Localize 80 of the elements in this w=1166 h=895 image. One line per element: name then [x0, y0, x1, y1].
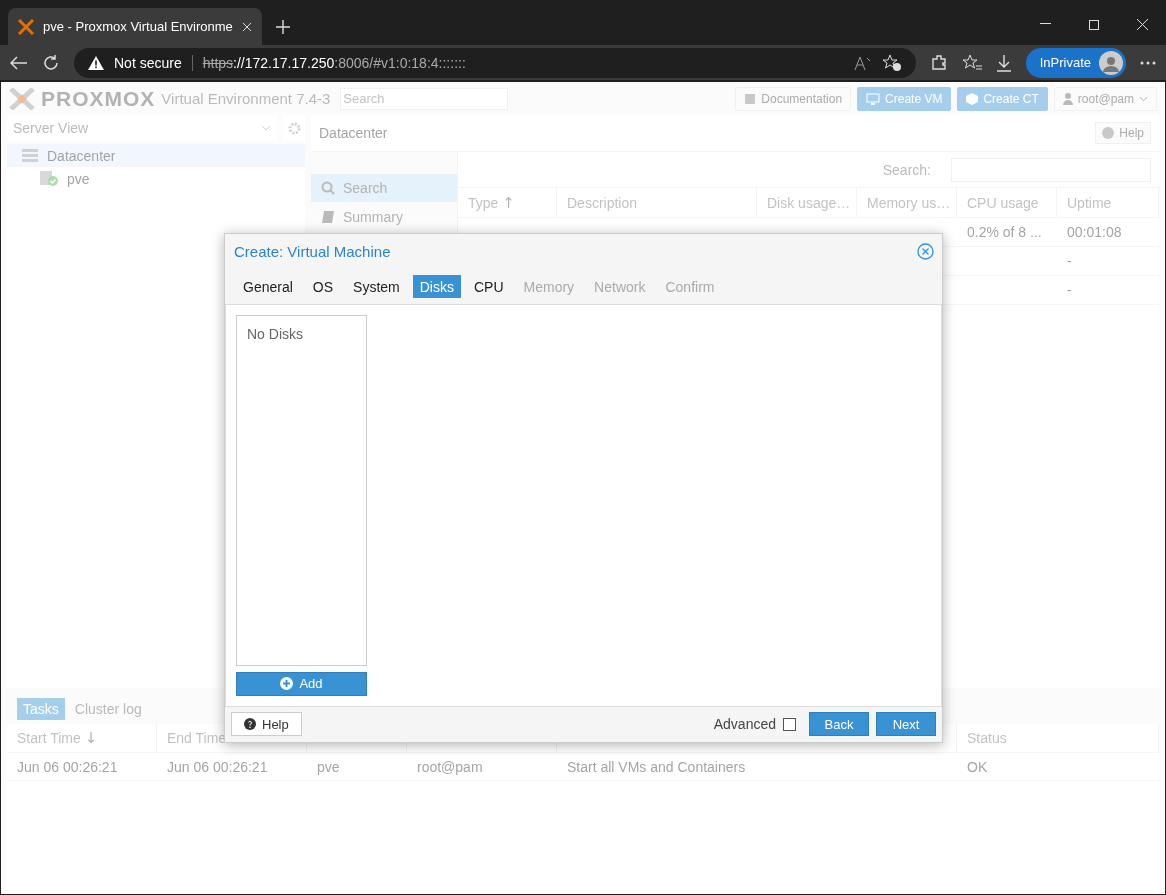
plus-circle-icon: [280, 677, 294, 691]
browser-tab[interactable]: pve - Proxmox Virtual Environme: [8, 8, 262, 45]
caret-icon: [261, 125, 271, 131]
dialog-title: Create: Virtual Machine: [234, 243, 391, 261]
view-selector[interactable]: Server View: [7, 115, 277, 141]
header-button[interactable]: Create CT: [957, 86, 1048, 111]
favorite-add-icon[interactable]: [881, 53, 902, 72]
proxmox-x-icon: [9, 87, 35, 110]
back-button[interactable]: Back: [809, 712, 869, 737]
table-cell-text: OK: [966, 758, 989, 775]
user-menu-button[interactable]: root@pam: [1053, 86, 1157, 111]
help-button[interactable]: Help: [1095, 122, 1151, 144]
panel-title: Datacenter: [319, 125, 388, 141]
panel-tab[interactable]: Tasks: [17, 697, 65, 720]
warning-icon: [88, 55, 104, 70]
user-icon: [1062, 92, 1073, 105]
column-header[interactable]: Type ↑: [458, 188, 557, 217]
next-button[interactable]: Next: [876, 712, 936, 737]
cube-icon: [966, 92, 979, 105]
url-text[interactable]: https://172.17.17.250:8006/#v1:0:18:4:::::::: [202, 54, 466, 71]
panel-tab[interactable]: Cluster log: [68, 697, 148, 720]
empty-list-text: No Disks: [247, 325, 303, 342]
table-cell-text: 00:01:08: [1066, 224, 1123, 240]
sort-arrow: ↑: [502, 193, 515, 212]
table-cell-text: root@pam: [416, 758, 484, 775]
server-rack-icon: [21, 148, 39, 163]
column-header[interactable]: Status: [957, 724, 1159, 752]
table-cell-text: pve: [316, 758, 341, 775]
search-icon: [321, 181, 335, 195]
node-ok-icon: [39, 170, 59, 187]
column-header[interactable]: Memory us…: [857, 188, 957, 217]
back-arrow-icon[interactable]: [10, 55, 28, 70]
column-header[interactable]: Disk usage…: [757, 188, 857, 217]
nav-item[interactable]: Search: [311, 174, 457, 202]
sort-arrow: ↓: [84, 729, 98, 747]
read-aloud-icon[interactable]: [853, 54, 872, 71]
version-label: Virtual Environment 7.4-3: [161, 90, 331, 107]
wizard-tab[interactable]: General: [236, 275, 300, 298]
advanced-label: Advanced: [713, 716, 776, 733]
help-button[interactable]: Help: [231, 712, 302, 737]
profile-button[interactable]: InPrivate: [1025, 47, 1126, 78]
minimize-icon[interactable]: [1040, 23, 1051, 25]
reload-icon[interactable]: [42, 53, 60, 72]
address-bar[interactable]: Not secure https://172.17.17.250:8006/#v1:0:18:4:::::::: [74, 47, 916, 78]
header-button[interactable]: Documentation: [735, 86, 852, 111]
wizard-tab[interactable]: OS: [305, 275, 341, 298]
table-cell-text: -: [1066, 282, 1073, 298]
avatar-icon: [1099, 50, 1123, 75]
nav-item[interactable]: Summary: [311, 203, 457, 231]
favorites-icon[interactable]: [961, 53, 982, 72]
wizard-tab[interactable]: System: [346, 275, 407, 298]
new-tab-icon[interactable]: [275, 20, 290, 34]
logo-text: PROXMOX: [41, 86, 156, 111]
table-cell-text: 0.2% of 8 ...: [966, 224, 1043, 240]
wizard-tab[interactable]: CPU: [466, 275, 511, 298]
monitor-icon: [866, 92, 881, 105]
advanced-checkbox[interactable]: [783, 717, 796, 731]
caret-icon: [1139, 95, 1148, 102]
download-icon[interactable]: [995, 53, 1012, 72]
wizard-tab[interactable]: Disks: [412, 275, 461, 298]
column-header[interactable]: Start Time ↓: [7, 724, 157, 752]
add-button[interactable]: Add: [236, 671, 367, 696]
proxmox-logo-icon: [18, 18, 34, 35]
column-header[interactable]: Uptime: [1057, 188, 1159, 217]
table-cell-text: Jun 06 00:26:21: [166, 758, 269, 775]
extensions-icon[interactable]: [929, 53, 948, 72]
security-label[interactable]: Not secure: [114, 54, 182, 71]
header-button[interactable]: Create VM: [857, 86, 952, 111]
table-cell-text: Jun 06 00:26:21: [16, 758, 119, 775]
tree-item[interactable]: pve: [7, 167, 305, 190]
more-icon[interactable]: [1140, 60, 1156, 65]
column-header[interactable]: CPU usage: [957, 188, 1057, 217]
search-field[interactable]: Search: [340, 87, 509, 110]
table-cell-text: -: [1066, 253, 1073, 269]
maximize-icon[interactable]: [1089, 20, 1099, 30]
settings-icon: [287, 121, 301, 135]
search-label: Search:: [882, 161, 931, 178]
tree-item[interactable]: Datacenter: [7, 144, 305, 167]
column-header[interactable]: Description: [557, 188, 757, 217]
table-cell-text: Start all VMs and Containers: [566, 758, 747, 775]
